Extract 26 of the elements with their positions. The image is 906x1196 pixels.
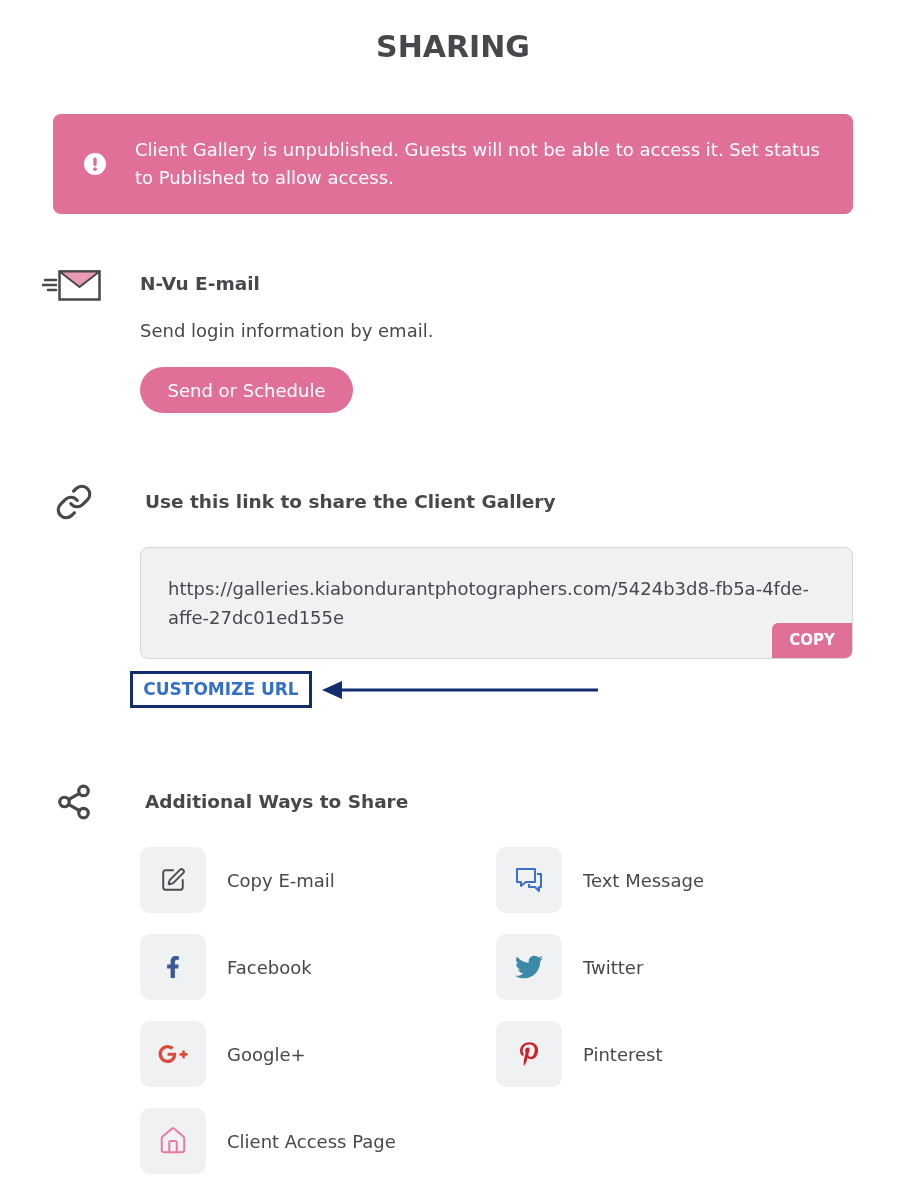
pinterest-icon: [496, 1021, 562, 1087]
section-heading: Additional Ways to Share: [145, 790, 409, 814]
google-plus-icon: [140, 1021, 206, 1087]
share-option[interactable]: Google+: [140, 1021, 306, 1087]
exclamation-circle-icon: [84, 153, 106, 175]
link-icon: [55, 483, 93, 521]
alert-message: Client Gallery is unpublished. Guests will not be able to access it. Set status to Published to allow access.: [135, 138, 821, 190]
envelope-icon: [42, 270, 101, 301]
facebook-icon: [140, 934, 206, 1000]
section-heading: Use this link to share the Client Gallery: [145, 490, 556, 514]
share-option[interactable]: Text Message: [496, 847, 705, 913]
share-option[interactable]: Pinterest: [496, 1021, 663, 1087]
share-option[interactable]: Twitter: [496, 934, 644, 1000]
share-option[interactable]: Client Access Page: [140, 1108, 396, 1174]
share-option[interactable]: Copy E-mail: [140, 847, 335, 913]
url-field[interactable]: https://galleries.kiabondurantphotographers.com/5424b3d8-fb5a-4fde-affe-27dc01ed155e COPY: [140, 547, 853, 659]
page-title: SHARING: [375, 28, 531, 66]
twitter-icon: [496, 934, 562, 1000]
chat-bubbles-icon: [496, 847, 562, 913]
customize-url-link[interactable]: CUSTOMIZE URL: [130, 671, 312, 708]
share-icon: [55, 783, 93, 821]
section-heading: N-Vu E-mail: [140, 272, 260, 296]
edit-icon: [140, 847, 206, 913]
share-option[interactable]: Facebook: [140, 934, 312, 1000]
section-description: Send login information by email.: [140, 319, 434, 343]
house-icon: [140, 1108, 206, 1174]
